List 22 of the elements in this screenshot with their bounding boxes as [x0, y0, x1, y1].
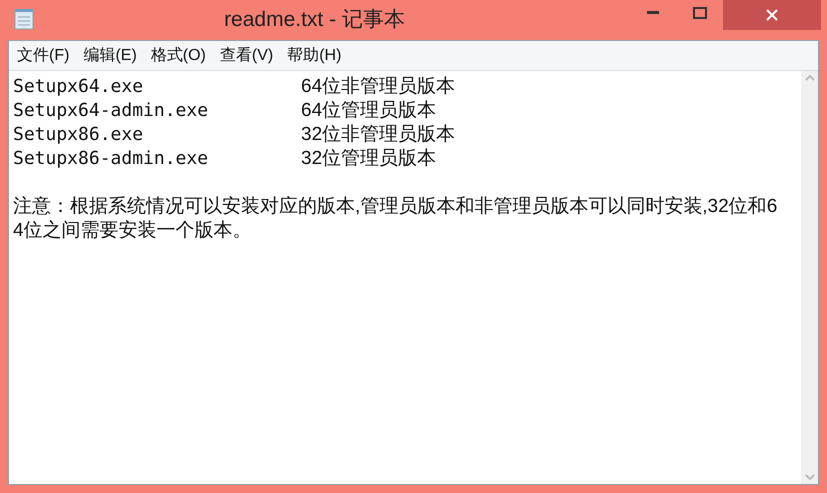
menu-item[interactable]: 帮助(H) — [281, 44, 348, 68]
notepad-icon — [14, 8, 34, 30]
file-name-text: Setupx86.exe — [13, 123, 144, 147]
file-name-text: Setupx64-admin.exe — [13, 99, 210, 123]
menu-item[interactable]: 编辑(E) — [77, 44, 143, 68]
scrollbar[interactable] — [801, 71, 818, 484]
minimize-icon — [647, 11, 659, 15]
description-text: 64位非管理员版本 — [301, 75, 456, 99]
scroll-down-icon[interactable] — [804, 474, 814, 480]
note-text: 注意：根据系统情况可以安装对应的版本,管理员版本和非管理员版本可以同时安装,32位和64位之间需要安装一个版本。 — [13, 195, 778, 243]
close-icon — [765, 8, 779, 22]
menu-item[interactable]: 格式(O) — [144, 44, 212, 68]
window-title: readme.txt - 记事本 — [224, 7, 405, 33]
maximize-icon — [693, 7, 707, 19]
scroll-up-icon[interactable] — [804, 75, 814, 81]
file-name-text: Setupx64.exe — [13, 75, 144, 99]
description-text: 32位管理员版本 — [301, 147, 436, 171]
menu-item[interactable]: 文件(F) — [11, 44, 76, 68]
description-text: 32位非管理员版本 — [301, 123, 456, 147]
file-name-text: Setupx86-admin.exe — [13, 147, 210, 171]
description-text: 64位管理员版本 — [301, 99, 436, 123]
menu-item[interactable]: 查看(V) — [214, 44, 280, 68]
